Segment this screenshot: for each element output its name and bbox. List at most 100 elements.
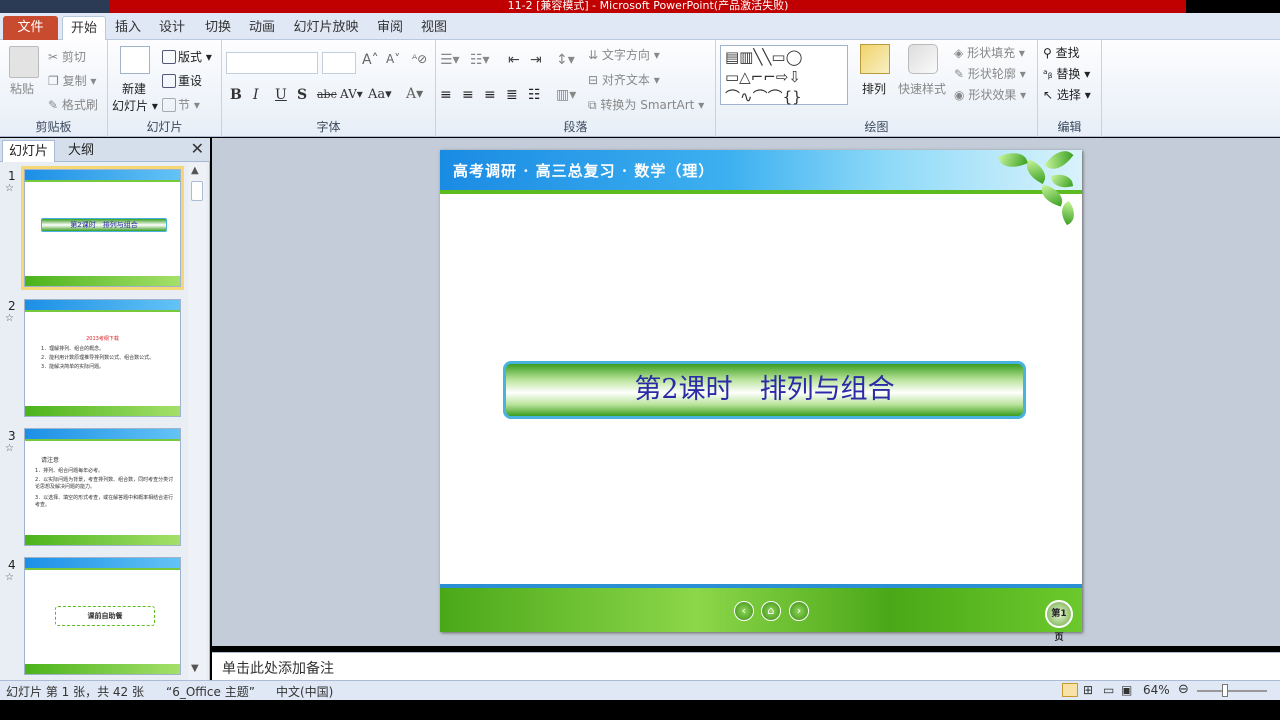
shadow-icon[interactable]: S [297, 87, 307, 103]
reset-button[interactable]: 重设 [162, 72, 202, 89]
align-left-icon[interactable]: ≡ [440, 87, 452, 103]
shape-outline-button[interactable]: ✎ 形状轮廓 ▾ [954, 65, 1026, 82]
change-case-icon[interactable]: Aa▾ [368, 87, 392, 102]
slide-number: 4 [8, 558, 16, 572]
layout-button[interactable]: 版式 ▾ [162, 48, 212, 65]
slide-header-text: 高考调研 · 高三总复习 · 数学（理） [453, 162, 715, 180]
normal-view-icon[interactable] [1062, 683, 1078, 697]
decrease-indent-icon[interactable]: ⇤ [508, 52, 520, 68]
tab-transitions[interactable]: 切换 [198, 16, 238, 40]
next-slide-button[interactable]: › [789, 601, 809, 621]
smartart-button[interactable]: ⧉ 转换为 SmartArt ▾ [588, 96, 704, 113]
text-direction-button[interactable]: ⇊ 文字方向 ▾ [588, 46, 660, 63]
bullets-icon[interactable]: ☰▾ [440, 52, 460, 68]
shape-effects-button[interactable]: ◉ 形状效果 ▾ [954, 86, 1026, 103]
current-slide[interactable]: 高考调研 · 高三总复习 · 数学（理） 第2课时 排列与组合 ‹ ⌂ › 第1… [440, 144, 1082, 643]
find-button[interactable]: ⚲ 查找 [1043, 44, 1080, 61]
align-right-icon[interactable]: ≡ [484, 87, 496, 103]
paste-button[interactable]: 粘贴 [10, 80, 34, 97]
thumbnail-scrollbar[interactable]: ▲ ▼ [188, 163, 206, 680]
thumb-footer [25, 406, 180, 416]
zoom-slider-knob[interactable] [1222, 684, 1228, 697]
home-slide-button[interactable]: ⌂ [761, 601, 781, 621]
copy-button[interactable]: ❐ 复制 ▾ [48, 72, 96, 89]
align-center-icon[interactable]: ≡ [462, 87, 474, 103]
quick-access-toolbar[interactable] [0, 0, 110, 13]
text-direction-icon: ⇊ [588, 48, 599, 62]
paste-icon[interactable] [9, 46, 39, 78]
distributed-icon[interactable]: ☷ [528, 87, 541, 103]
slide-sorter-icon[interactable]: ⊞ [1083, 683, 1093, 697]
cut-button[interactable]: ✂ 剪切 [48, 48, 86, 65]
slideshow-view-icon[interactable]: ▣ [1121, 683, 1132, 697]
language[interactable]: 中文(中国) [276, 683, 333, 700]
quick-styles-icon[interactable] [908, 44, 938, 74]
slide-title: 第2课时 排列与组合 [634, 374, 895, 405]
close-icon[interactable]: ✕ [191, 139, 204, 158]
tab-slides[interactable]: 幻灯片 [2, 140, 56, 162]
line-spacing-icon[interactable]: ↕▾ [556, 52, 575, 68]
align-text-button[interactable]: ⊟ 对齐文本 ▾ [588, 71, 660, 88]
clear-format-icon[interactable]: ᴬ⊘ [412, 52, 427, 66]
increase-indent-icon[interactable]: ⇥ [530, 52, 542, 68]
zoom-slider-track[interactable] [1197, 690, 1267, 692]
tab-animations[interactable]: 动画 [242, 16, 282, 40]
tab-slideshow[interactable]: 幻灯片放映 [288, 16, 364, 40]
shapes-gallery[interactable]: ▤▥╲╲▭◯ ▭△⌐⌐⇨⇩ ⌒∿⌒⌒{} [720, 45, 848, 106]
reading-view-icon[interactable]: ▭ [1103, 683, 1114, 697]
page-number-badge[interactable]: 第1页 [1045, 600, 1073, 643]
new-slide-icon[interactable] [120, 46, 150, 74]
text-direction-label: 文字方向 [601, 48, 650, 62]
char-spacing-icon[interactable]: AV▾ [340, 87, 363, 101]
section-button[interactable]: 节 ▾ [162, 96, 200, 113]
slide-thumbnail-1[interactable]: 第2课时 排列与组合 [21, 166, 184, 290]
slide-number: 3 [8, 429, 16, 443]
scroll-down-icon[interactable]: ▼ [191, 663, 199, 674]
tab-home[interactable]: 开始 [62, 16, 106, 41]
shrink-font-icon[interactable]: A˅ [386, 52, 400, 66]
animation-star-icon: ☆ [5, 443, 14, 454]
columns-icon[interactable]: ▥▾ [556, 87, 576, 103]
strikethrough-icon[interactable]: abc [317, 88, 337, 101]
thumb-title: 课前自助餐 [55, 606, 155, 626]
justify-icon[interactable]: ≣ [506, 87, 518, 103]
font-name-input[interactable] [226, 52, 318, 74]
tab-file[interactable]: 文件 [3, 16, 58, 40]
zoom-level[interactable]: 64% [1143, 683, 1170, 697]
format-painter-button[interactable]: ✎ 格式刷 [48, 96, 98, 113]
replace-button[interactable]: ᵃᵦ 替换 ▾ [1043, 65, 1090, 82]
font-color-icon[interactable]: A▾ [406, 86, 423, 102]
shape-fill-button[interactable]: ◈ 形状填充 ▾ [954, 44, 1025, 61]
quick-styles-button[interactable]: 快速样式 [898, 80, 946, 97]
zoom-out-icon[interactable]: ⊖ [1178, 682, 1189, 697]
arrange-icon[interactable] [860, 44, 890, 74]
grow-font-icon[interactable]: A˄ [362, 52, 379, 68]
font-group: A˄ A˅ ᴬ⊘ B I U S abc AV▾ Aa▾ A▾ 字体 [222, 40, 436, 137]
italic-icon[interactable]: I [253, 87, 259, 103]
slide-header-band: 高考调研 · 高三总复习 · 数学（理） [440, 150, 1082, 190]
new-slide-label-2[interactable]: 幻灯片 ▾ [112, 97, 158, 114]
underline-icon[interactable]: U [275, 87, 287, 103]
tab-design[interactable]: 设计 [152, 16, 192, 40]
slide-thumbnail-3[interactable]: 请注意 1．排列、组合问题每年必考。 2．以实际问题为背景，考查排列数、组合数，… [24, 428, 181, 546]
tab-view[interactable]: 视图 [414, 16, 454, 40]
scroll-thumb[interactable] [191, 181, 203, 201]
tab-review[interactable]: 审阅 [370, 16, 410, 40]
numbering-icon[interactable]: ☷▾ [470, 52, 490, 68]
tab-outline[interactable]: 大纲 [62, 140, 100, 162]
shape-effects-label: 形状效果 [968, 88, 1017, 102]
slide-title-box[interactable]: 第2课时 排列与组合 [503, 361, 1026, 419]
bold-icon[interactable]: B [230, 87, 242, 103]
notes-pane[interactable]: 单击此处添加备注 [212, 652, 1280, 680]
scroll-up-icon[interactable]: ▲ [191, 165, 199, 176]
arrange-button[interactable]: 排列 [862, 80, 886, 97]
theme-name[interactable]: “6_Office 主题” [166, 683, 255, 700]
tab-insert[interactable]: 插入 [108, 16, 148, 40]
slide-thumbnail-2[interactable]: 2013考纲下载 1．理解排列、组合的概念。 2．能利用计数原理推导排列数公式、… [24, 299, 181, 417]
prev-slide-button[interactable]: ‹ [734, 601, 754, 621]
clipboard-group-label: 剪贴板 [35, 120, 72, 134]
slide-thumbnail-4[interactable]: 课前自助餐 [24, 557, 181, 675]
select-button[interactable]: ↖ 选择 ▾ [1043, 86, 1091, 103]
font-size-input[interactable] [322, 52, 356, 74]
new-slide-label[interactable]: 新建 [122, 80, 146, 97]
